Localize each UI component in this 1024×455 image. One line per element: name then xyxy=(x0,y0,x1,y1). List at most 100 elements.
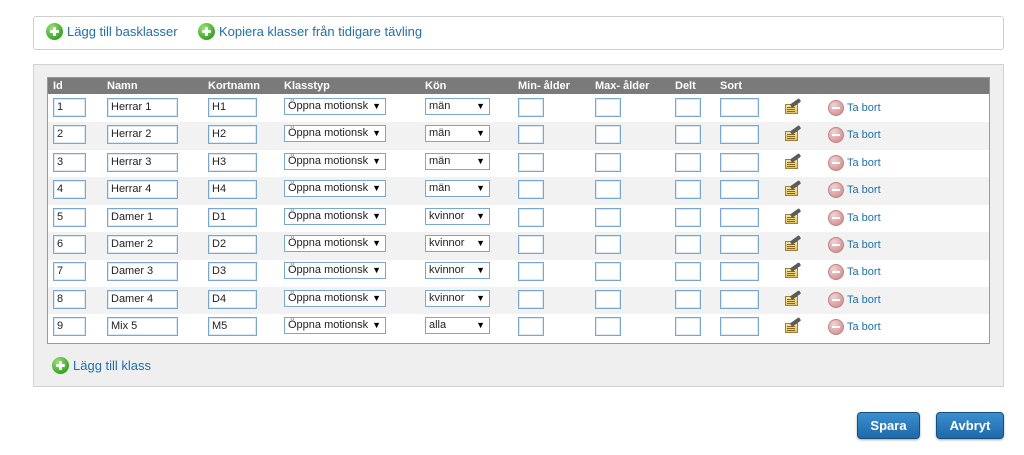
max-age-input[interactable] xyxy=(595,289,621,309)
name-input[interactable]: Herrar 4 xyxy=(107,180,178,200)
name-input[interactable]: Herrar 2 xyxy=(107,125,178,145)
sort-input[interactable] xyxy=(720,289,759,309)
split-input[interactable] xyxy=(675,125,701,145)
id-input[interactable]: 2 xyxy=(53,125,86,145)
split-input[interactable] xyxy=(675,152,701,172)
edit-note-icon[interactable] xyxy=(784,290,802,307)
split-input[interactable] xyxy=(675,180,701,200)
short-name-input[interactable]: H4 xyxy=(208,180,257,200)
split-input[interactable] xyxy=(675,98,701,117)
min-age-input[interactable] xyxy=(518,125,544,145)
copy-classes-link[interactable]: Kopiera klasser från tidigare tävling xyxy=(198,23,422,40)
edit-note-icon[interactable] xyxy=(784,153,802,170)
sort-input[interactable] xyxy=(720,98,759,117)
short-name-input[interactable]: M5 xyxy=(208,317,257,337)
edit-note-icon[interactable] xyxy=(784,98,802,115)
id-input[interactable]: 4 xyxy=(53,180,86,200)
min-age-input[interactable] xyxy=(518,207,544,227)
gender-select[interactable]: män ▼ xyxy=(425,152,490,170)
short-name-input[interactable]: D2 xyxy=(208,235,257,254)
sort-input[interactable] xyxy=(720,317,759,337)
sort-input[interactable] xyxy=(720,125,759,145)
split-input[interactable] xyxy=(675,289,701,309)
max-age-input[interactable] xyxy=(595,235,621,254)
min-age-input[interactable] xyxy=(518,262,544,282)
short-name-input[interactable]: H3 xyxy=(208,152,257,172)
sort-input[interactable] xyxy=(720,152,759,172)
min-age-input[interactable] xyxy=(518,180,544,200)
class-type-select[interactable]: Öppna motionsk ▼ xyxy=(284,289,386,307)
delete-class-link[interactable]: Ta bort xyxy=(828,264,881,281)
min-age-input[interactable] xyxy=(518,152,544,172)
split-input[interactable] xyxy=(675,317,701,337)
edit-note-icon[interactable] xyxy=(784,180,802,197)
sort-input[interactable] xyxy=(720,207,759,227)
edit-note-icon[interactable] xyxy=(784,235,802,252)
split-input[interactable] xyxy=(675,235,701,254)
name-input[interactable]: Damer 4 xyxy=(107,289,178,309)
id-input[interactable]: 5 xyxy=(53,207,86,227)
gender-select[interactable]: kvinnor ▼ xyxy=(425,235,490,252)
max-age-input[interactable] xyxy=(595,262,621,282)
sort-input[interactable] xyxy=(720,262,759,282)
sort-input[interactable] xyxy=(720,180,759,200)
edit-note-icon[interactable] xyxy=(784,207,802,225)
max-age-input[interactable] xyxy=(595,317,621,337)
max-age-input[interactable] xyxy=(595,180,621,200)
cancel-button[interactable]: Avbryt xyxy=(936,412,1004,439)
delete-class-link[interactable]: Ta bort xyxy=(828,100,881,116)
name-input[interactable]: Mix 5 xyxy=(107,317,178,337)
gender-select[interactable]: män ▼ xyxy=(425,125,490,143)
min-age-input[interactable] xyxy=(518,235,544,254)
name-input[interactable]: Damer 1 xyxy=(107,207,178,227)
short-name-input[interactable]: D3 xyxy=(208,262,257,282)
split-input[interactable] xyxy=(675,207,701,227)
max-age-input[interactable] xyxy=(595,152,621,172)
name-input[interactable]: Herrar 3 xyxy=(107,152,178,172)
id-input[interactable]: 6 xyxy=(53,235,86,254)
gender-select[interactable]: män ▼ xyxy=(425,98,490,115)
delete-class-link[interactable]: Ta bort xyxy=(828,319,881,336)
gender-select[interactable]: kvinnor ▼ xyxy=(425,289,490,307)
id-input[interactable]: 1 xyxy=(53,98,86,117)
delete-class-link[interactable]: Ta bort xyxy=(828,209,881,226)
gender-select[interactable]: alla ▼ xyxy=(425,317,490,335)
id-input[interactable]: 8 xyxy=(53,289,86,309)
class-type-select[interactable]: Öppna motionsk ▼ xyxy=(284,235,386,252)
split-input[interactable] xyxy=(675,262,701,282)
add-class-link[interactable]: Lägg till klass xyxy=(52,357,151,374)
name-input[interactable]: Damer 2 xyxy=(107,235,178,254)
short-name-input[interactable]: H2 xyxy=(208,125,257,145)
short-name-input[interactable]: D1 xyxy=(208,207,257,227)
class-type-select[interactable]: Öppna motionsk ▼ xyxy=(284,317,386,335)
gender-select[interactable]: kvinnor ▼ xyxy=(425,262,490,280)
delete-class-link[interactable]: Ta bort xyxy=(828,127,881,144)
class-type-select[interactable]: Öppna motionsk ▼ xyxy=(284,152,386,170)
min-age-input[interactable] xyxy=(518,98,544,117)
sort-input[interactable] xyxy=(720,235,759,254)
min-age-input[interactable] xyxy=(518,317,544,337)
max-age-input[interactable] xyxy=(595,207,621,227)
min-age-input[interactable] xyxy=(518,289,544,309)
class-type-select[interactable]: Öppna motionsk ▼ xyxy=(284,262,386,280)
short-name-input[interactable]: D4 xyxy=(208,289,257,309)
class-type-select[interactable]: Öppna motionsk ▼ xyxy=(284,207,386,225)
name-input[interactable]: Herrar 1 xyxy=(107,98,178,117)
gender-select[interactable]: män ▼ xyxy=(425,180,490,198)
edit-note-icon[interactable] xyxy=(784,317,802,334)
save-button[interactable]: Spara xyxy=(857,412,920,439)
class-type-select[interactable]: Öppna motionsk ▼ xyxy=(284,125,386,143)
name-input[interactable]: Damer 3 xyxy=(107,262,178,282)
id-input[interactable]: 9 xyxy=(53,317,86,337)
edit-note-icon[interactable] xyxy=(784,262,802,279)
delete-class-link[interactable]: Ta bort xyxy=(828,182,881,199)
max-age-input[interactable] xyxy=(595,98,621,117)
delete-class-link[interactable]: Ta bort xyxy=(828,237,881,253)
edit-note-icon[interactable] xyxy=(784,125,802,142)
delete-class-link[interactable]: Ta bort xyxy=(828,291,881,308)
id-input[interactable]: 3 xyxy=(53,152,86,172)
max-age-input[interactable] xyxy=(595,125,621,145)
id-input[interactable]: 7 xyxy=(53,262,86,282)
delete-class-link[interactable]: Ta bort xyxy=(828,154,881,171)
class-type-select[interactable]: Öppna motionsk ▼ xyxy=(284,98,386,115)
